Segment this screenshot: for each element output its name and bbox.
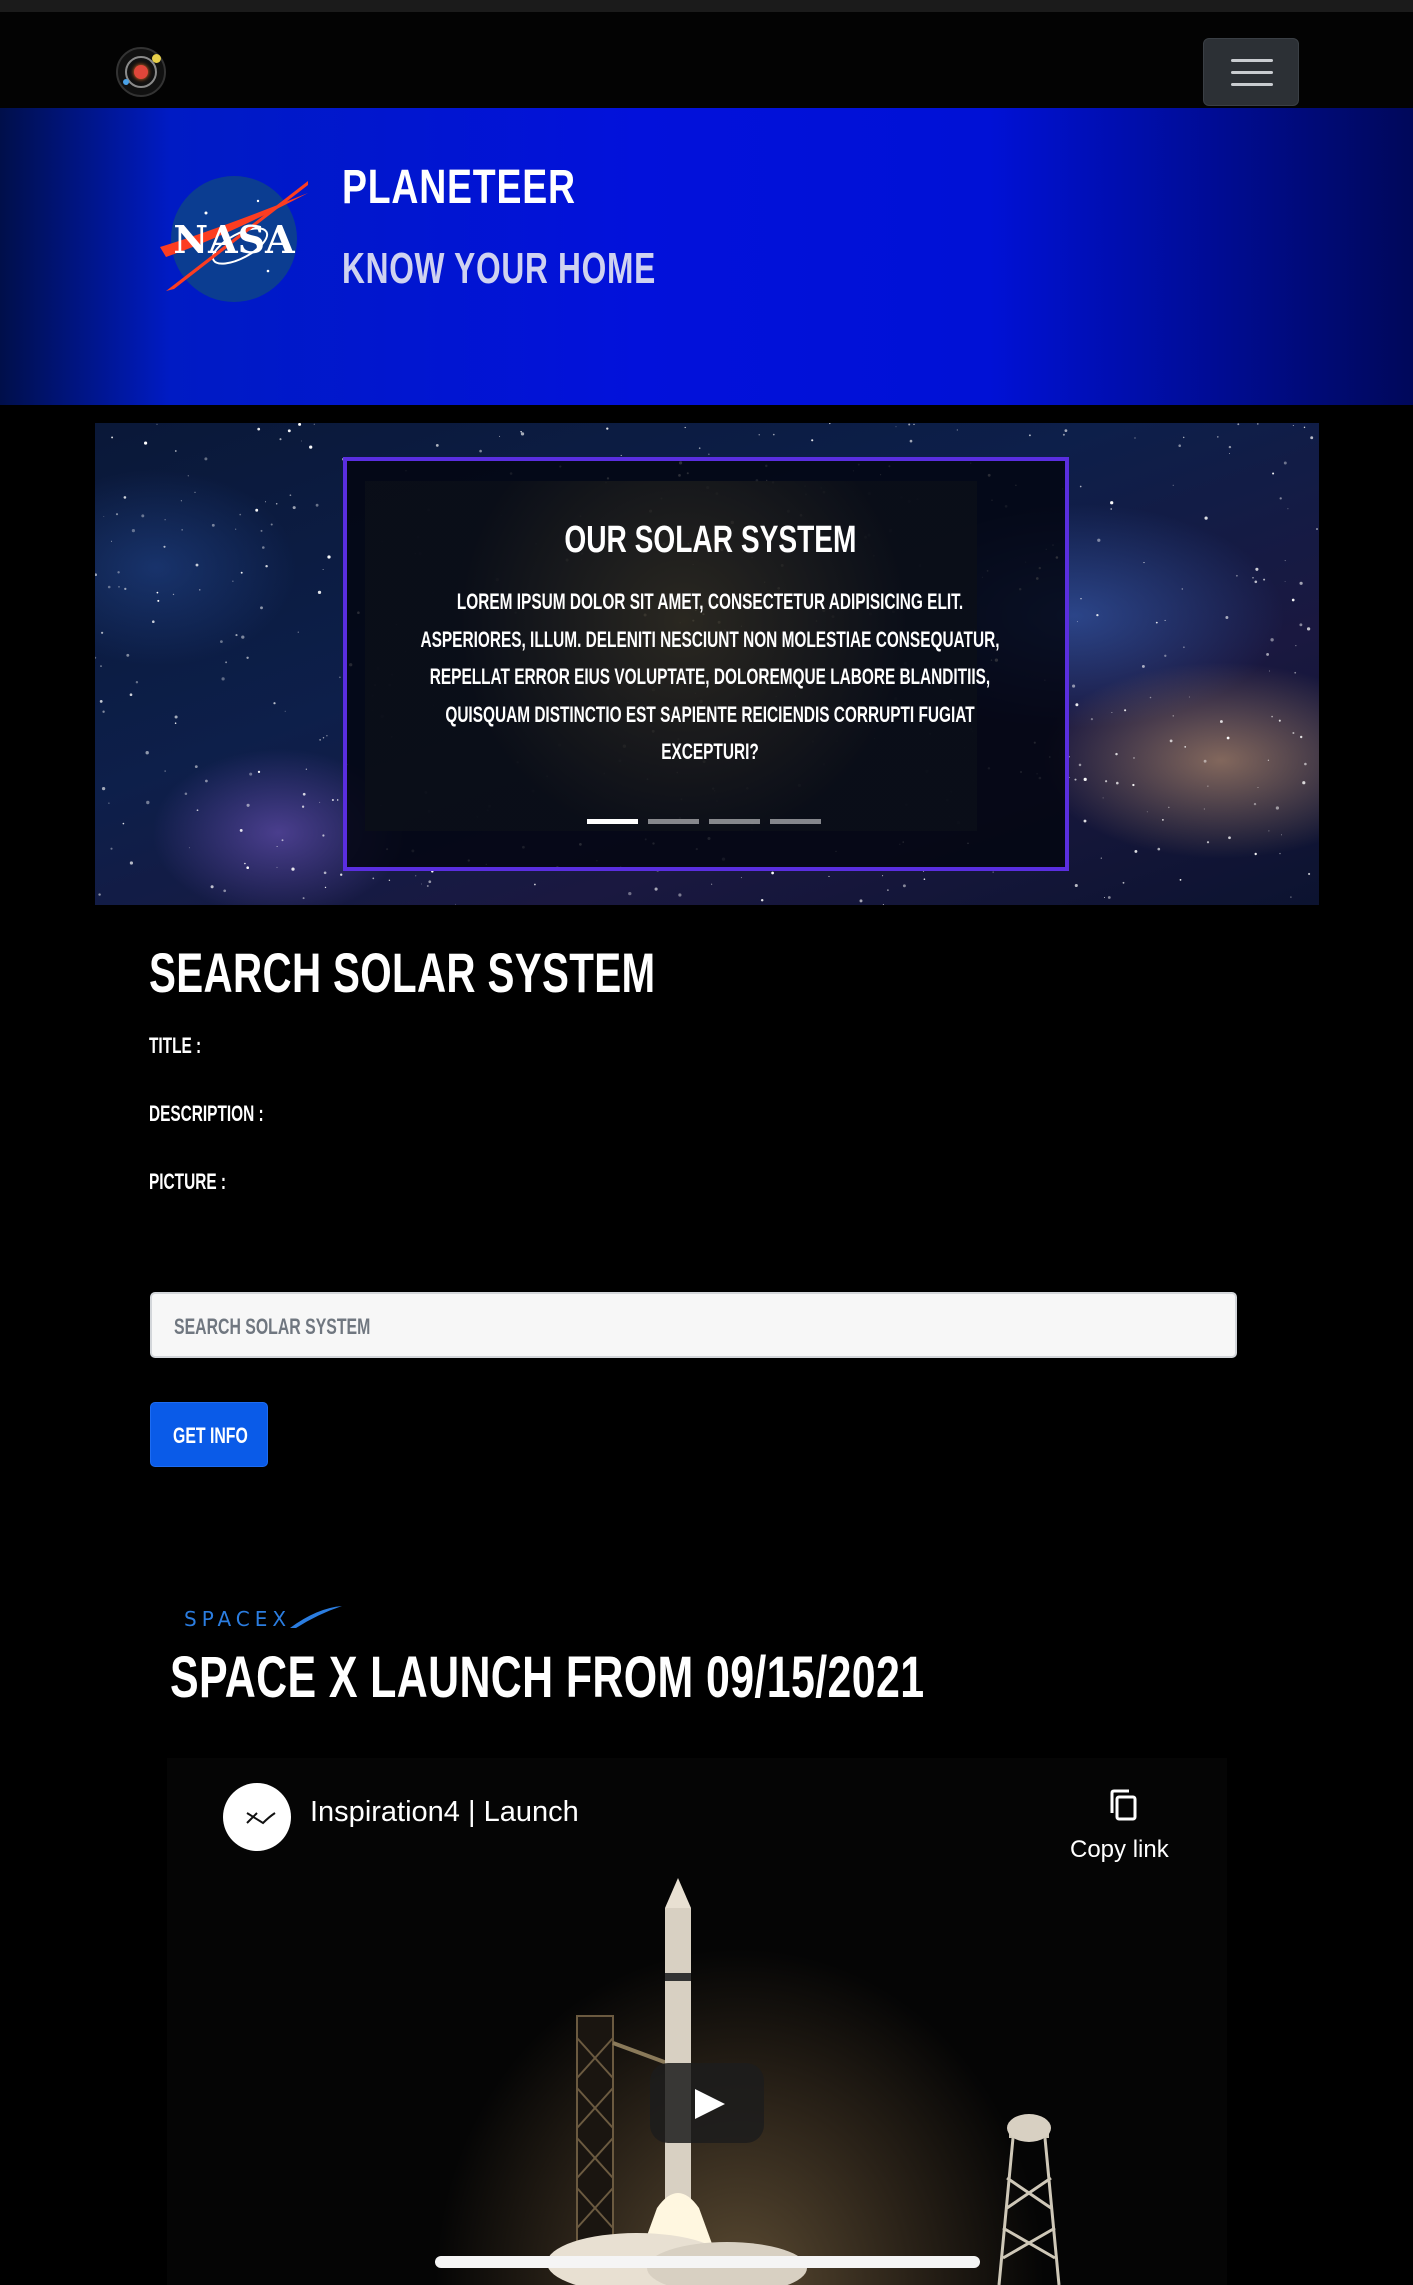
carousel-indicator-3[interactable]: [709, 819, 760, 824]
title-label: TITLE :: [149, 1033, 202, 1058]
carousel-caption-text: LOREM IPSUM DOLOR SIT AMET, CONSECTETUR …: [420, 589, 1000, 764]
solar-system-logo-icon[interactable]: [116, 47, 166, 97]
search-input-placeholder: SEARCH SOLAR SYSTEM: [174, 1314, 371, 1339]
spacex-logo-icon: SPACEX: [184, 1606, 342, 1630]
channel-avatar[interactable]: [223, 1783, 291, 1851]
video-title[interactable]: Inspiration4 | Launch: [310, 1796, 579, 1829]
picture-label: PICTURE :: [149, 1169, 226, 1194]
carousel-indicator-2[interactable]: [648, 819, 699, 824]
solar-system-carousel[interactable]: OUR SOLAR SYSTEM LOREM IPSUM DOLOR SIT A…: [95, 423, 1319, 905]
carousel-indicator-4[interactable]: [770, 819, 821, 824]
description-label: DESCRIPTION :: [149, 1101, 264, 1126]
rocket-launch-thumbnail: [547, 1878, 1061, 2285]
carousel-caption-title: OUR SOLAR SYSTEM: [563, 519, 857, 561]
get-info-label: GET INFO: [173, 1423, 248, 1448]
navbar: [0, 12, 1413, 108]
video-embed[interactable]: Inspiration4 | Launch Copy link: [167, 1758, 1227, 2285]
carousel-indicators: [587, 819, 827, 825]
site-subtitle: KNOW YOUR HOME: [342, 244, 656, 293]
play-icon[interactable]: [650, 2063, 764, 2143]
copy-icon[interactable]: [1107, 1788, 1141, 1824]
carousel-indicator-1[interactable]: [587, 819, 638, 824]
svg-text:NASA: NASA: [173, 217, 295, 262]
search-input[interactable]: SEARCH SOLAR SYSTEM: [150, 1292, 1237, 1358]
menu-toggle-button[interactable]: [1203, 38, 1299, 106]
copy-link-label[interactable]: Copy link: [1070, 1836, 1169, 1864]
get-info-button[interactable]: GET INFO: [150, 1402, 268, 1467]
hero-banner: NASA PLANETEER KNOW YOUR HOME: [0, 108, 1413, 405]
svg-text:SPACEX: SPACEX: [184, 1607, 291, 1630]
hamburger-menu-icon: [1231, 59, 1273, 62]
site-title: PLANETEER: [342, 161, 576, 214]
nasa-logo-icon: NASA: [160, 176, 308, 302]
spacex-heading: SPACE X LAUNCH FROM 09/15/2021: [170, 1645, 925, 1710]
carousel-caption: OUR SOLAR SYSTEM LOREM IPSUM DOLOR SIT A…: [343, 457, 1069, 871]
top-strip: [0, 0, 1413, 12]
home-indicator: [435, 2256, 980, 2268]
search-heading: SEARCH SOLAR SYSTEM: [149, 941, 656, 1004]
